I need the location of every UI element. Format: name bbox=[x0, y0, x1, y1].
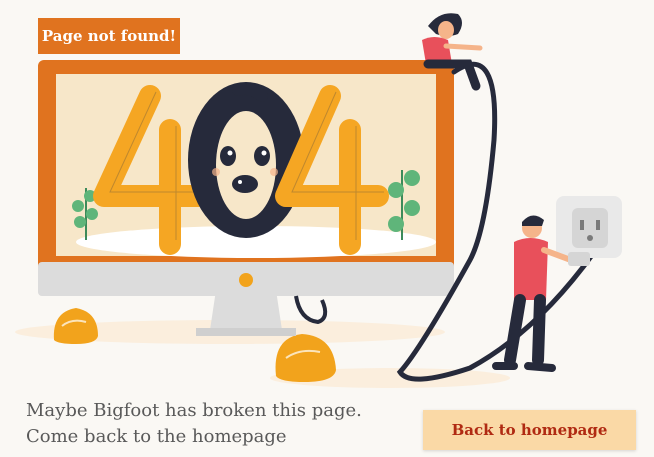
rock-icon bbox=[53, 308, 98, 344]
bigfoot-face bbox=[188, 82, 304, 238]
power-outlet-icon bbox=[556, 196, 622, 258]
error-message: Maybe Bigfoot has broken this page. Come… bbox=[26, 398, 406, 450]
power-dot bbox=[239, 273, 253, 287]
error-message-line-1: Maybe Bigfoot has broken this page. bbox=[26, 400, 362, 421]
error-message-line-2: Come back to the homepage bbox=[26, 426, 287, 447]
back-to-homepage-button[interactable]: Back to homepage bbox=[423, 410, 636, 450]
monitor-stand bbox=[196, 290, 296, 336]
monitor-cable bbox=[294, 295, 328, 325]
error-page: Page not found! Maybe Bigfoot has broken… bbox=[0, 0, 654, 457]
page-not-found-badge: Page not found! bbox=[38, 18, 180, 54]
error-illustration bbox=[15, 13, 622, 388]
